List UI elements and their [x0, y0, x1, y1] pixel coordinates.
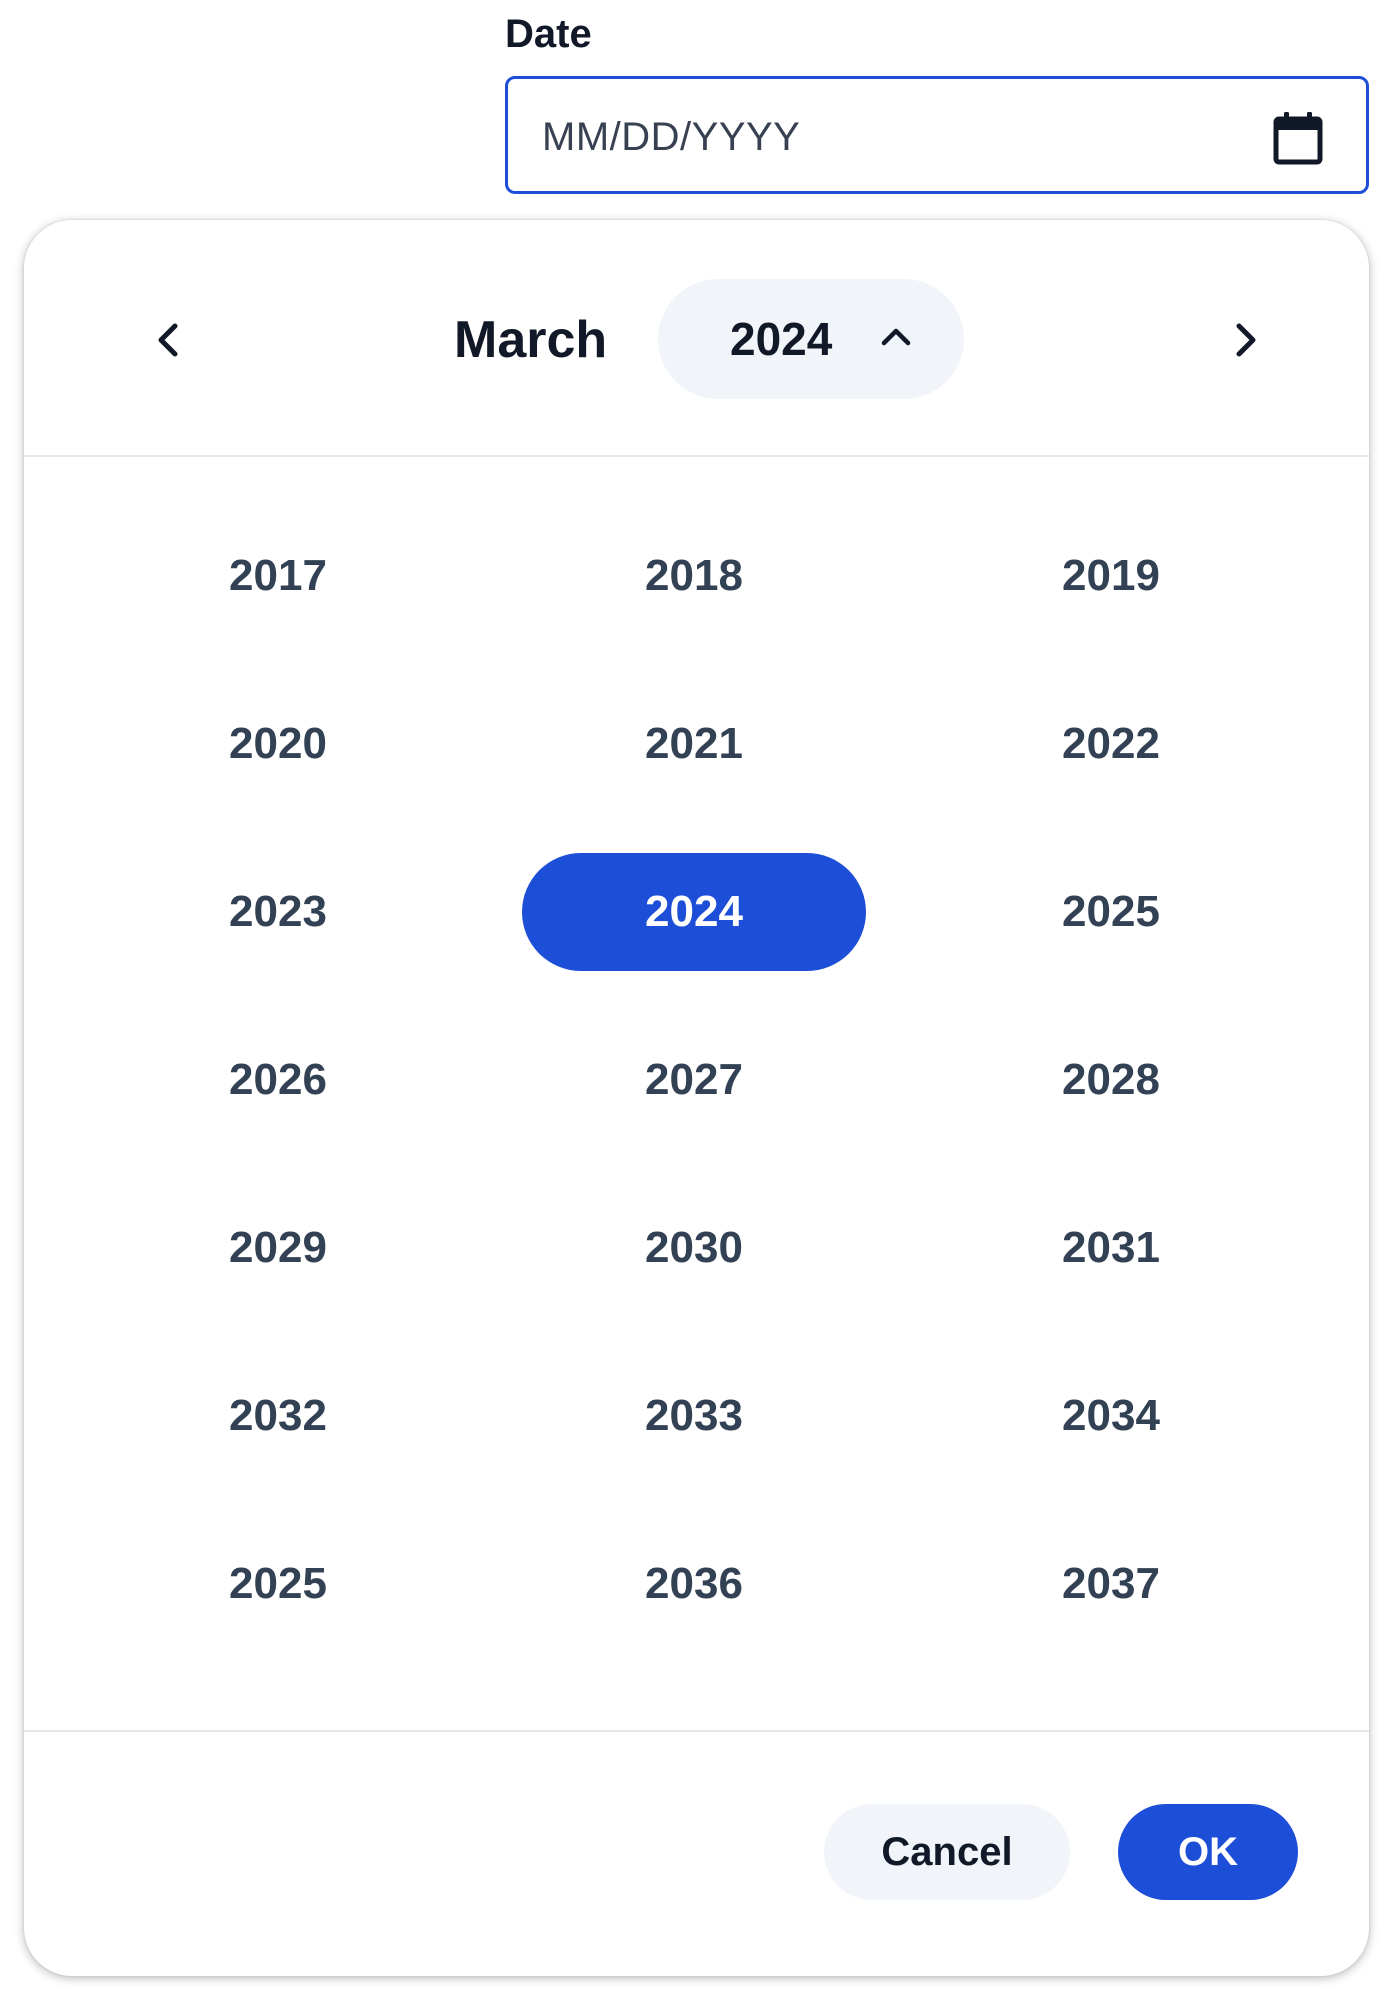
chevron-right-icon — [1236, 323, 1256, 357]
year-option[interactable]: 2023 — [106, 853, 450, 971]
year-option[interactable]: 2018 — [522, 517, 866, 635]
calendar-icon[interactable] — [1272, 110, 1324, 166]
chevron-left-icon — [158, 323, 178, 357]
date-input-placeholder: MM/DD/YYYY — [542, 115, 801, 159]
year-option[interactable]: 2019 — [939, 517, 1283, 635]
cancel-button[interactable]: Cancel — [824, 1804, 1070, 1900]
year-toggle-button[interactable]: 2024 — [658, 279, 964, 399]
date-input[interactable]: MM/DD/YYYY — [505, 76, 1369, 194]
year-option[interactable]: 2024 — [522, 853, 866, 971]
year-option[interactable]: 2026 — [106, 1021, 450, 1139]
year-option[interactable]: 2031 — [939, 1189, 1283, 1307]
year-option[interactable]: 2017 — [106, 517, 450, 635]
year-option[interactable]: 2025 — [939, 853, 1283, 971]
calendar-header: March 2024 — [24, 220, 1369, 457]
year-option[interactable]: 2025 — [106, 1525, 450, 1643]
year-grid: 2017 2018 2019 2020 2021 2022 2023 2024 2025 2026… — [24, 459, 1369, 1730]
year-option[interactable]: 2022 — [939, 685, 1283, 803]
year-option[interactable]: 2036 — [522, 1525, 866, 1643]
year-label: 2024 — [730, 313, 833, 365]
date-field-label: Date — [505, 12, 592, 56]
year-option[interactable]: 2021 — [522, 685, 866, 803]
date-picker-popup: March 2024 2017 2018 2019 2020 2021 2022 2023 2… — [24, 220, 1369, 1976]
ok-button[interactable]: OK — [1118, 1804, 1298, 1900]
date-picker-screen: Date MM/DD/YYYY March 2024 2017 2018 201… — [0, 0, 1392, 2001]
year-option[interactable]: 2030 — [522, 1189, 866, 1307]
next-month-button[interactable] — [1214, 308, 1278, 372]
year-option[interactable]: 2037 — [939, 1525, 1283, 1643]
month-label[interactable]: March — [454, 310, 607, 370]
chevron-up-icon — [881, 328, 911, 346]
year-option[interactable]: 2028 — [939, 1021, 1283, 1139]
year-option[interactable]: 2032 — [106, 1357, 450, 1475]
year-option[interactable]: 2033 — [522, 1357, 866, 1475]
prev-month-button[interactable] — [136, 308, 200, 372]
picker-footer: Cancel OK — [24, 1730, 1369, 1976]
year-option[interactable]: 2029 — [106, 1189, 450, 1307]
year-option[interactable]: 2034 — [939, 1357, 1283, 1475]
year-option[interactable]: 2020 — [106, 685, 450, 803]
year-option[interactable]: 2027 — [522, 1021, 866, 1139]
